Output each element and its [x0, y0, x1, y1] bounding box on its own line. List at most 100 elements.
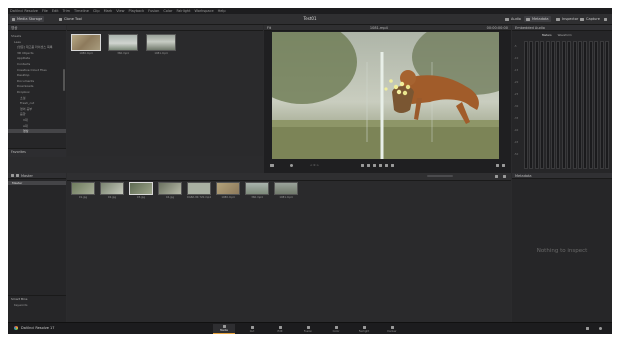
- davinci-logo-icon: [14, 326, 18, 330]
- loop-icon[interactable]: [391, 164, 394, 167]
- media-storage-label: Media Storage: [17, 17, 43, 21]
- storage-tree-item[interactable]: Lees: [8, 40, 66, 44]
- clone-tool-button[interactable]: Clone Tool: [57, 16, 84, 22]
- audio-channel-meter: [540, 41, 545, 169]
- audio-tabs: Meters Waveform: [542, 33, 572, 37]
- bin-master[interactable]: Master: [8, 181, 66, 185]
- media-pool-clips: 01.jpg 02.jpg 03.jpg 04.jpg RGBA 8K 720.…: [67, 180, 511, 323]
- smart-bins-title: Smart Bins: [11, 297, 28, 301]
- monitor-button[interactable]: [602, 16, 609, 22]
- page-tab-deliver[interactable]: Deliver: [381, 324, 403, 334]
- tab-meters[interactable]: Meters: [542, 33, 552, 37]
- inspector-button[interactable]: Inspector: [554, 16, 580, 22]
- jog-control[interactable]: < 0 >: [310, 163, 319, 167]
- pool-clip-thumbnail[interactable]: [216, 182, 240, 195]
- pool-clip-thumbnail[interactable]: [100, 182, 124, 195]
- page-tab-label: Fusion: [303, 329, 313, 333]
- tab-waveform[interactable]: Waveform: [558, 33, 572, 37]
- page-navigation-bar: DaVinci Resolve 17 Media Cut Edit Fusion…: [8, 322, 612, 334]
- page-tab-color[interactable]: Color: [325, 324, 347, 334]
- storage-tree-item[interactable]: A대: [8, 124, 66, 128]
- storage-tree-item[interactable]: [영문] 재고품 라이센스 목록: [8, 45, 66, 49]
- page-tab-fusion[interactable]: Fusion: [297, 324, 319, 334]
- storage-location-header[interactable]: 영상: [8, 25, 66, 31]
- pool-clip-name: 01.jpg: [78, 196, 88, 199]
- pool-clip-thumbnail[interactable]: [71, 182, 95, 195]
- metadata-button[interactable]: Metadata: [524, 16, 551, 22]
- skip-back-icon[interactable]: [361, 164, 364, 167]
- media-storage-button[interactable]: Media Storage: [10, 16, 45, 22]
- list-view-icon[interactable]: [16, 174, 19, 177]
- pool-clip-thumbnail[interactable]: [187, 182, 211, 195]
- media-browser-header: [67, 25, 263, 31]
- page-tab-fairlight[interactable]: Fairlight: [353, 324, 375, 334]
- pool-clip-thumbnail[interactable]: [245, 182, 269, 195]
- sort-icon[interactable]: [495, 175, 498, 178]
- storage-tree-item[interactable]: 음향: [8, 112, 66, 116]
- viewer-options-icon[interactable]: [270, 164, 274, 167]
- zoom-level[interactable]: Fit: [267, 25, 271, 30]
- home-icon[interactable]: [586, 327, 589, 330]
- bin-list-toggle-icon[interactable]: [11, 174, 14, 177]
- skip-forward-icon[interactable]: [385, 164, 388, 167]
- monitor-icon: [604, 17, 607, 21]
- browser-clip-name: 1081.mp4: [154, 52, 168, 55]
- capture-button[interactable]: Capture: [578, 16, 602, 22]
- storage-tree-item[interactable]: AppData: [8, 56, 66, 60]
- capture-icon: [580, 17, 584, 21]
- mark-in-icon[interactable]: [496, 164, 499, 167]
- pool-clip-thumbnail[interactable]: [158, 182, 182, 195]
- storage-tree-item[interactable]: Sheets: [8, 34, 66, 38]
- clone-tool-label: Clone Tool: [64, 17, 82, 21]
- fairlight-page-icon: [362, 325, 366, 329]
- page-tab-cut[interactable]: Cut: [241, 324, 263, 334]
- favorites-label: Favorites: [11, 150, 26, 154]
- thumbnail-size-slider[interactable]: [427, 175, 453, 177]
- metadata-title: Metadata: [512, 173, 612, 179]
- audio-button[interactable]: Audio: [503, 16, 523, 22]
- app-name: DaVinci Resolve 17: [21, 326, 55, 330]
- storage-tree-item[interactable]: Downloads: [8, 84, 66, 88]
- pool-clip-thumbnail[interactable]: [129, 182, 153, 195]
- browser-clip-thumbnail[interactable]: [71, 34, 101, 51]
- audio-channel-meter: [605, 41, 609, 169]
- mark-out-icon[interactable]: [502, 164, 505, 167]
- pool-clip-name: 03.jpg: [136, 196, 146, 199]
- storage-tree-item[interactable]: Contacts: [8, 62, 66, 66]
- smart-bin-keywords[interactable]: Keywords: [14, 303, 27, 307]
- viewer-timecode: 00:00:00:00: [486, 26, 508, 30]
- pool-clip-thumbnail[interactable]: [274, 182, 298, 195]
- audio-channel-meter: [524, 41, 528, 169]
- storage-scrollbar[interactable]: [63, 69, 65, 91]
- storage-tree-item[interactable]: Dropbox: [8, 90, 66, 94]
- storage-tree-item[interactable]: Creative Cloud Files: [8, 68, 66, 72]
- metadata-empty-message: Nothing to inspect: [536, 248, 588, 254]
- audio-icon: [505, 17, 509, 21]
- deliver-page-icon: [390, 325, 394, 329]
- settings-gear-icon[interactable]: [599, 327, 602, 330]
- viewer-panel: Fit 1081.mp4 00:00:00:00 < 0 >: [264, 25, 511, 173]
- browser-clip-thumbnail[interactable]: [108, 34, 138, 51]
- search-icon[interactable]: [503, 175, 506, 178]
- storage-sidebar: 영상 Sheets Lees [영문] 재고품 라이센스 목록 3D Objects A…: [8, 25, 66, 156]
- storage-tree-item[interactable]: Desktop: [8, 73, 66, 77]
- play-reverse-icon[interactable]: [367, 164, 370, 167]
- storage-tree-item[interactable]: 영어 공부: [8, 107, 66, 111]
- bin-list-panel: Master Master Smart Bins Keywords: [8, 173, 66, 323]
- play-icon[interactable]: [379, 164, 382, 167]
- storage-tree-item[interactable]: V대: [8, 118, 66, 122]
- browser-clip-thumbnail[interactable]: [146, 34, 176, 51]
- storage-tree-item[interactable]: Documents: [8, 79, 66, 83]
- storage-tree-item[interactable]: 소설: [8, 96, 66, 100]
- storage-tree-item[interactable]: 3D Objects: [8, 51, 66, 55]
- video-frame: [272, 32, 499, 159]
- page-tab-edit[interactable]: Edit: [269, 324, 291, 334]
- stop-icon[interactable]: [373, 164, 376, 167]
- media-page-icon: [222, 325, 226, 328]
- storage-tree-item[interactable]: 영상: [8, 129, 66, 134]
- storage-tree-item[interactable]: Fresh_cut: [8, 101, 66, 105]
- audio-scrub-icon[interactable]: [290, 164, 293, 167]
- page-tab-media[interactable]: Media: [213, 324, 235, 334]
- audio-channel-meter: [572, 41, 577, 169]
- audio-scale-tick: -40: [514, 129, 519, 132]
